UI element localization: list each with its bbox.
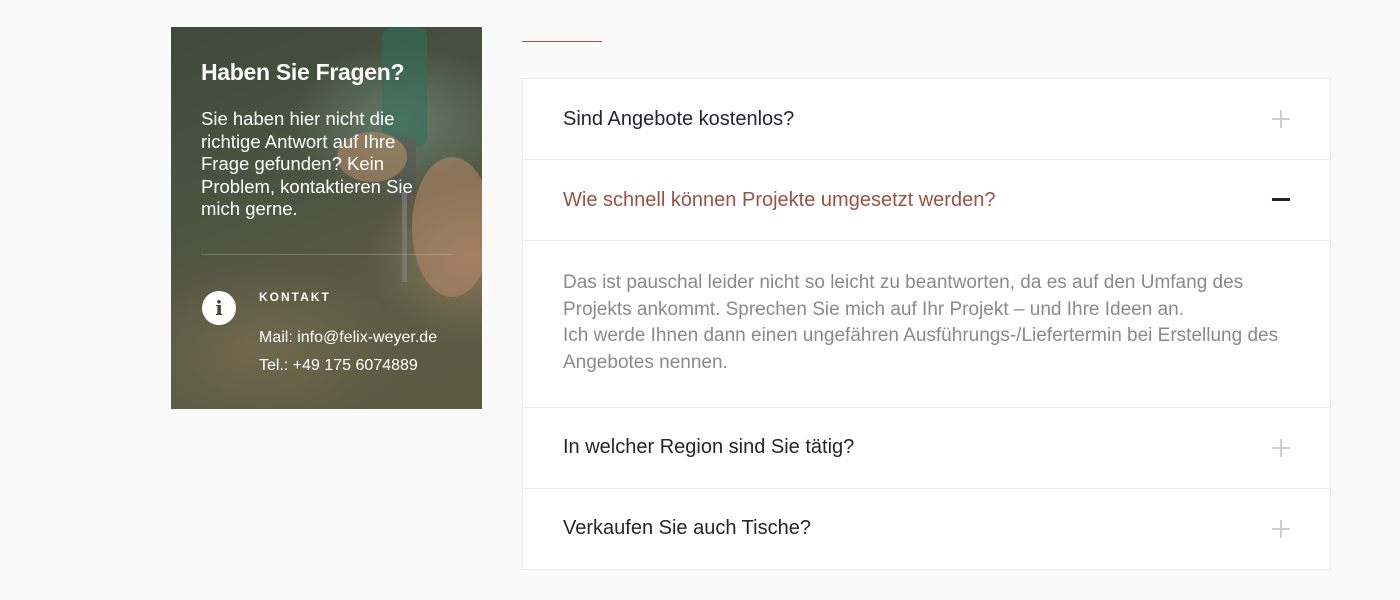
minus-icon[interactable]	[1272, 191, 1290, 209]
faq-item: Sind Angebote kostenlos?	[523, 79, 1330, 160]
plus-icon[interactable]	[1272, 110, 1290, 128]
faq-item: Wie schnell können Projekte umgesetzt we…	[523, 160, 1330, 408]
faq-answer-paragraph: Das ist pauschal leider nicht so leicht …	[563, 272, 1244, 320]
section-accent-line	[522, 41, 602, 42]
contact-card: Haben Sie Fragen? Sie haben hier nicht d…	[171, 27, 482, 409]
faq-answer-paragraph: Ich werde Ihnen dann einen ungefähren Au…	[563, 325, 1279, 374]
card-divider	[201, 254, 452, 255]
faq-question: Wie schnell können Projekte umgesetzt we…	[563, 188, 996, 211]
faq-accordion: Sind Angebote kostenlos? Wie schnell kön…	[522, 78, 1331, 570]
faq-answer: Das ist pauschal leider nicht so leicht …	[523, 240, 1330, 407]
faq-question-toggle[interactable]: Wie schnell können Projekte umgesetzt we…	[523, 160, 1330, 240]
faq-question: Verkaufen Sie auch Tische?	[563, 517, 811, 540]
faq-question-toggle[interactable]: Verkaufen Sie auch Tische?	[523, 489, 1330, 569]
faq-item: In welcher Region sind Sie tätig?	[523, 408, 1330, 489]
info-icon: i	[202, 291, 236, 325]
contact-label: KONTAKT	[259, 290, 331, 304]
faq-question-toggle[interactable]: Sind Angebote kostenlos?	[523, 79, 1330, 159]
plus-icon[interactable]	[1272, 519, 1290, 538]
card-title: Haben Sie Fragen?	[201, 59, 405, 85]
faq-question: Sind Angebote kostenlos?	[563, 107, 795, 130]
card-lead-text: Sie haben hier nicht die richtige Antwor…	[201, 108, 413, 219]
plus-icon[interactable]	[1272, 438, 1290, 457]
contact-phone-link[interactable]: Tel.: +49 175 6074889	[259, 357, 418, 375]
contact-mail-link[interactable]: Mail: info@felix-weyer.de	[259, 329, 437, 347]
faq-item: Verkaufen Sie auch Tische?	[523, 489, 1330, 569]
faq-question-toggle[interactable]: In welcher Region sind Sie tätig?	[523, 408, 1330, 488]
faq-question: In welcher Region sind Sie tätig?	[563, 436, 855, 459]
